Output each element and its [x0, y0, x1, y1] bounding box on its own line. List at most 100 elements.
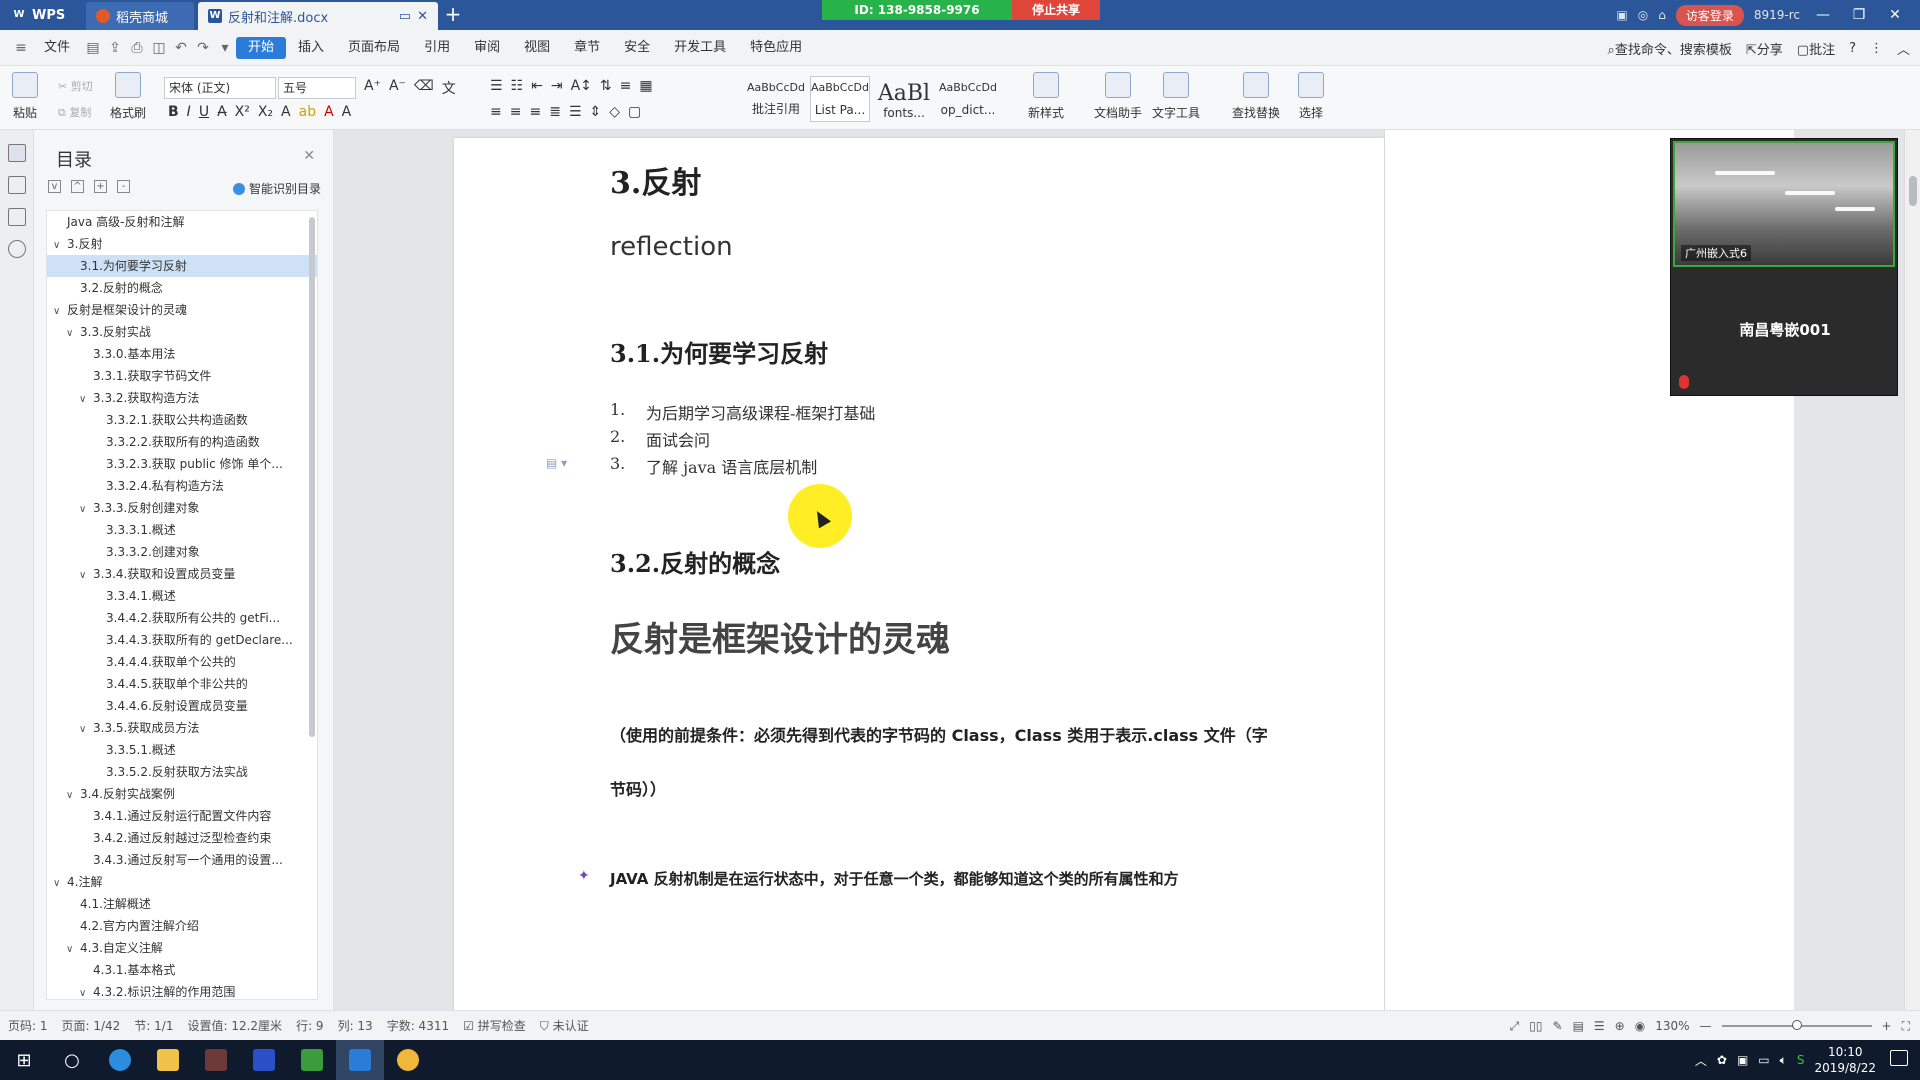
wps-app-tab[interactable]: W WPS — [0, 0, 82, 30]
chevron-down-icon[interactable]: ∨ — [79, 565, 93, 585]
toc-item[interactable]: 3.3.3.1.概述 — [47, 519, 317, 541]
find-replace-button[interactable]: 查找替换 — [1232, 72, 1280, 121]
toc-item[interactable]: ∨ 4.3.2.标识注解的作用范围 — [47, 981, 317, 999]
taskbar-app-game[interactable] — [192, 1040, 240, 1080]
add-heading-icon[interactable]: + — [94, 180, 107, 193]
align-center-icon[interactable]: ≡ — [510, 104, 522, 120]
toc-item[interactable]: 3.3.0.基本用法 — [47, 343, 317, 365]
line-tools-icon[interactable]: ≡ — [620, 78, 632, 94]
toc-item[interactable]: 3.1.为何要学习反射 — [47, 255, 317, 277]
phonetic-icon[interactable]: 文 — [442, 78, 456, 98]
toc-item[interactable]: 3.4.4.3.获取所有的 getDeclare... — [47, 629, 317, 651]
shrink-font-icon[interactable]: A⁻ — [389, 78, 406, 98]
toc-item[interactable]: 4.2.官方内置注解介绍 — [47, 915, 317, 937]
tray-expand-icon[interactable]: ︿ — [1695, 1052, 1707, 1069]
undo-icon[interactable]: ↶ — [170, 40, 192, 56]
text-tools-button[interactable]: 文字工具 — [1152, 72, 1200, 121]
remove-heading-icon[interactable]: - — [117, 180, 130, 193]
search-command[interactable]: ⌕查找命令、搜索模板 — [1608, 39, 1732, 58]
doc-assistant-button[interactable]: 文档助手 — [1094, 72, 1142, 121]
chevron-down-icon[interactable]: ∨ — [53, 301, 67, 321]
toc-item[interactable]: ∨ 3.3.3.反射创建对象 — [47, 497, 317, 519]
chevron-down-icon[interactable]: ∨ — [79, 719, 93, 739]
help-icon[interactable]: ? — [1849, 41, 1856, 56]
notification-icon[interactable] — [1890, 1050, 1908, 1066]
font-color-icon[interactable]: A — [324, 104, 334, 120]
print-icon[interactable]: ⎙ — [126, 40, 148, 56]
taskbar-wps[interactable] — [336, 1040, 384, 1080]
menu-references[interactable]: 引用 — [412, 37, 462, 59]
web-view-icon[interactable]: ⊕ — [1615, 1019, 1625, 1033]
webcam-overlay[interactable]: 广州嵌入式6 南昌粤嵌001 — [1670, 138, 1898, 396]
outline-view-icon[interactable]: ☰ — [1594, 1019, 1605, 1033]
tab-document[interactable]: W 反射和注解.docx ▭ ✕ — [198, 2, 438, 30]
chevron-down-icon[interactable]: ∨ — [79, 389, 93, 409]
highlight-icon[interactable]: ab — [299, 104, 316, 120]
toc-item[interactable]: 3.4.3.通过反射写一个通用的设置... — [47, 849, 317, 871]
status-words[interactable]: 字数: 4311 — [387, 1017, 449, 1034]
strikethrough-icon[interactable]: A̶ — [217, 104, 227, 120]
menu-layout[interactable]: 页面布局 — [336, 37, 412, 59]
preview-icon[interactable]: ◫ — [148, 40, 170, 56]
sort-icon[interactable]: ⇅ — [600, 78, 612, 94]
pages-icon[interactable] — [7, 176, 26, 194]
text-effect-icon[interactable]: A — [281, 104, 291, 120]
toc-item[interactable]: 3.4.1.通过反射运行配置文件内容 — [47, 805, 317, 827]
toc-item[interactable]: 3.3.2.3.获取 public 修饰 单个... — [47, 453, 317, 475]
chevron-down-icon[interactable]: ∨ — [79, 983, 93, 999]
toc-item[interactable]: ∨ 3.3.2.获取构造方法 — [47, 387, 317, 409]
new-tab-button[interactable]: + — [438, 0, 468, 30]
cut-button[interactable]: ✂ 剪切 — [58, 78, 93, 94]
taskbar-app-u[interactable] — [240, 1040, 288, 1080]
menu-developer[interactable]: 开发工具 — [662, 37, 738, 59]
italic-icon[interactable]: I — [187, 104, 191, 120]
fullscreen-icon[interactable]: ⤢ — [1510, 1019, 1520, 1034]
cortana-button[interactable]: ○ — [48, 1040, 96, 1080]
vertical-scrollbar[interactable] — [1904, 130, 1920, 1010]
visitor-login-button[interactable]: 访客登录 — [1675, 4, 1744, 26]
spell-check-button[interactable]: ☑ 拼写检查 — [463, 1017, 526, 1034]
table-icon[interactable]: ▦ — [639, 78, 652, 94]
font-size-select[interactable]: 五号 — [278, 77, 356, 99]
toc-item[interactable]: ∨ 3.3.反射实战 — [47, 321, 317, 343]
border-icon[interactable]: ▢ — [628, 104, 641, 120]
toc-scrollbar[interactable] — [309, 217, 315, 737]
toc-item[interactable]: ∨ 3.4.反射实战案例 — [47, 783, 317, 805]
toc-item[interactable]: 3.3.5.2.反射获取方法实战 — [47, 761, 317, 783]
taskbar-app-yellow[interactable] — [384, 1040, 432, 1080]
fit-page-icon[interactable]: ⛶ — [1902, 1019, 1910, 1034]
menu-file[interactable]: 文件 — [32, 37, 82, 59]
mic-muted-icon[interactable] — [1679, 375, 1689, 389]
share-button[interactable]: ⇱分享 — [1746, 39, 1783, 58]
toc-item[interactable]: ∨ 3.3.4.获取和设置成员变量 — [47, 563, 317, 585]
toc-item[interactable]: 3.3.3.2.创建对象 — [47, 541, 317, 563]
superscript-icon[interactable]: X² — [235, 104, 250, 120]
clear-format-icon[interactable]: ⌫ — [414, 78, 434, 98]
zoom-slider-thumb[interactable] — [1791, 1020, 1802, 1030]
toc-item[interactable]: 3.3.2.1.获取公共构造函数 — [47, 409, 317, 431]
zoom-out-icon[interactable]: — — [1700, 1019, 1712, 1033]
toc-item[interactable]: ∨ 4.3.自定义注解 — [47, 937, 317, 959]
collapse-ribbon-icon[interactable]: ︿ — [1897, 39, 1910, 58]
chevron-down-icon[interactable]: ∨ — [53, 235, 67, 255]
style-fonts[interactable]: AaBl fonts... — [874, 76, 934, 122]
zoom-slider[interactable] — [1721, 1020, 1872, 1030]
copy-button[interactable]: ⧉ 复制 — [58, 104, 91, 120]
save-icon[interactable]: ▤ — [82, 40, 104, 56]
bookmark-icon[interactable] — [7, 208, 26, 226]
tab-window-icon[interactable]: ▭ — [399, 9, 411, 24]
tray-usb-icon[interactable]: ▣ — [1737, 1053, 1748, 1067]
collapse-all-icon[interactable]: ^ — [71, 180, 84, 193]
char-shading-icon[interactable]: A — [342, 104, 352, 120]
toc-item[interactable]: 4.3.1.基本格式 — [47, 959, 317, 981]
paste-button[interactable]: 粘贴 — [12, 72, 38, 121]
skin-icon[interactable]: ◎ — [1638, 8, 1648, 22]
new-style-button[interactable]: 新样式 — [1028, 72, 1064, 121]
toc-item[interactable]: 3.4.4.4.获取单个公共的 — [47, 651, 317, 673]
close-window-icon[interactable]: ✕ — [1882, 7, 1908, 23]
indent-icon[interactable]: ⇥ — [551, 78, 563, 94]
menu-features[interactable]: 特色应用 — [738, 37, 814, 59]
menu-review[interactable]: 审阅 — [462, 37, 512, 59]
toc-close-icon[interactable]: ✕ — [303, 148, 315, 164]
chevron-down-icon[interactable]: ∨ — [53, 873, 67, 893]
